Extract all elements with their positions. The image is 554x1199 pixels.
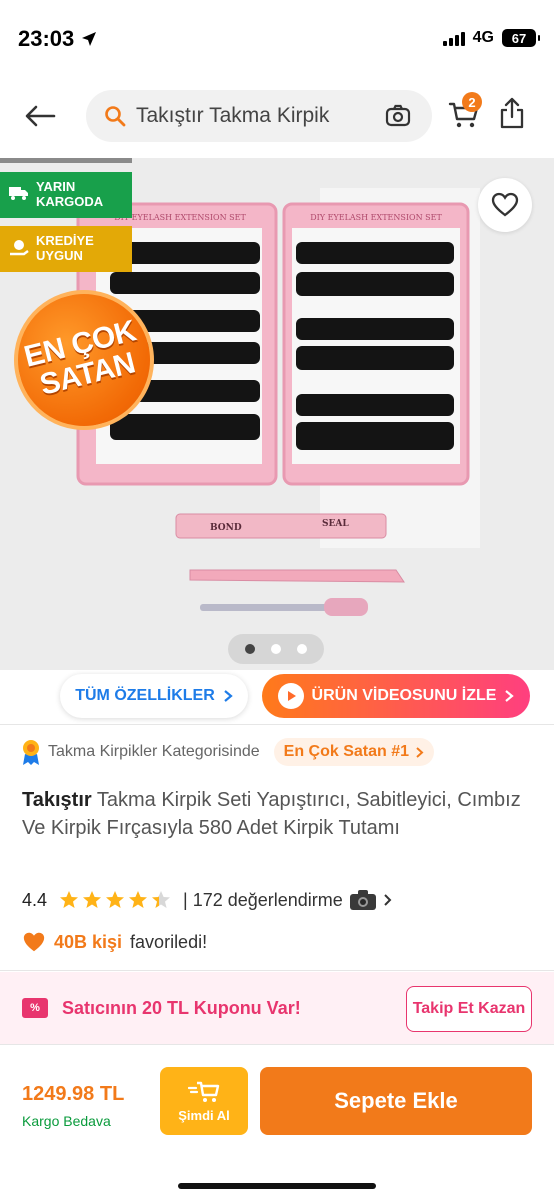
search-input[interactable] — [136, 104, 366, 128]
clock-text: 23:03 — [18, 26, 75, 51]
header: 2 — [0, 84, 554, 148]
favorites-label: favoriledi! — [130, 931, 208, 952]
tag-line: UYGUN — [36, 248, 83, 263]
watch-video-button[interactable]: ÜRÜN VİDEOSUNU İZLE — [262, 674, 530, 718]
bottom-purchase-bar: 1249.98 TL Kargo Bedava Şimdi Al Sepete … — [0, 1044, 554, 1199]
medal-icon — [23, 740, 39, 765]
rating-stars — [59, 890, 171, 910]
tube-label-bond: BOND — [210, 523, 242, 533]
follow-and-win-button[interactable]: Takip Et Kazan — [406, 986, 532, 1032]
coupon-icon: % — [22, 998, 48, 1018]
home-indicator — [178, 1183, 376, 1189]
tag-line: KREDİYE — [36, 233, 94, 249]
pager-dot[interactable] — [297, 644, 307, 654]
coin-hand-icon — [8, 238, 30, 260]
search-icon — [104, 105, 126, 127]
product-image-gallery[interactable]: DIY EYELASH EXTENSION SET DIY EYELASH EX… — [0, 158, 554, 670]
orange-heart-icon — [23, 932, 45, 952]
price: 1249.98 TL — [22, 1083, 125, 1105]
chevron-right-icon — [505, 690, 515, 702]
all-features-label: TÜM ÖZELLİKLER — [75, 687, 215, 704]
star-icon — [106, 891, 125, 908]
all-features-button[interactable]: TÜM ÖZELLİKLER — [60, 674, 248, 718]
star-icon — [152, 891, 171, 908]
back-arrow-icon — [25, 105, 56, 127]
location-arrow-icon — [82, 32, 97, 46]
tag-line: YARIN — [36, 179, 76, 195]
cart-count-badge: 2 — [462, 92, 482, 112]
tag-next-day-text: YARIN KARGODA — [36, 179, 104, 210]
star-icon — [60, 891, 79, 908]
signal-icon — [442, 30, 465, 46]
tag-credit-text: KREDİYE UYGUN — [36, 233, 94, 264]
status-indicators: 4G 67 — [442, 29, 540, 47]
truck-icon — [8, 184, 30, 206]
battery-icon: 67 — [502, 29, 540, 47]
status-time: 23:03 — [18, 26, 98, 52]
divider — [0, 724, 554, 725]
product-title: Takıştır Takma Kirpik Seti Yapıştırıcı, … — [22, 786, 532, 842]
coupon-banner: % Satıcının 20 TL Kuponu Var! Takip Et K… — [0, 972, 554, 1044]
product-name: Takma Kirpik Seti Yapıştırıcı, Sabitleyi… — [22, 789, 521, 839]
add-to-cart-button[interactable]: Sepete Ekle — [260, 1067, 532, 1135]
status-bar: 23:03 4G 67 — [0, 0, 554, 80]
category-row: Takma Kirpikler Kategorisinde En Çok Sat… — [20, 736, 435, 768]
image-pager[interactable] — [228, 634, 324, 664]
chevron-right-icon — [224, 690, 233, 702]
category-text: Takma Kirpikler Kategorisinde — [48, 743, 260, 760]
tag-line: KARGODA — [36, 194, 104, 209]
tube-label-seal: SEAL — [322, 519, 349, 529]
star-icon — [83, 891, 102, 908]
scroll-indicator — [0, 158, 132, 163]
play-icon — [277, 683, 304, 709]
coupon-text: Satıcının 20 TL Kuponu Var! — [62, 998, 301, 1018]
favorite-button[interactable] — [478, 178, 532, 232]
best-seller-rank-chip[interactable]: En Çok Satan #1 — [273, 738, 435, 766]
box-label-left: DIY EYELASH EXTENSION SET — [114, 213, 246, 222]
brand-name[interactable]: Takıştır — [22, 789, 92, 811]
back-button[interactable] — [20, 98, 60, 134]
pager-dot[interactable] — [271, 644, 281, 654]
camera-search-icon[interactable] — [384, 102, 412, 130]
pager-dot[interactable] — [245, 644, 255, 654]
network-type: 4G — [472, 29, 494, 46]
search-bar[interactable] — [86, 90, 432, 142]
divider — [0, 970, 554, 971]
rating-value: 4.4 — [22, 889, 48, 910]
favorites-row: 40B kişi favoriledi! — [22, 928, 207, 956]
share-icon — [500, 97, 524, 129]
favorites-count: 40B kişi — [54, 931, 123, 952]
free-shipping-label: Kargo Bedava — [22, 1113, 111, 1129]
rating-row[interactable]: 4.4 | 172 değerlendirme — [22, 886, 392, 914]
box-label-right: DIY EYELASH EXTENSION SET — [310, 213, 442, 222]
review-count: | 172 değerlendirme — [183, 889, 343, 910]
buy-now-button[interactable]: Şimdi Al — [160, 1067, 248, 1135]
camera-icon — [349, 890, 376, 910]
tag-credit-eligible: KREDİYE UYGUN — [0, 226, 132, 272]
watch-video-label: ÜRÜN VİDEOSUNU İZLE — [311, 687, 497, 704]
fast-cart-icon — [188, 1081, 220, 1102]
star-icon — [129, 891, 148, 908]
share-button[interactable] — [498, 96, 526, 130]
buy-now-label: Şimdi Al — [178, 1107, 230, 1123]
chevron-right-icon — [416, 746, 424, 758]
battery-level: 67 — [511, 30, 527, 46]
heart-icon — [491, 192, 519, 217]
rank-label: En Çok Satan #1 — [283, 743, 410, 760]
tag-next-day-shipping: YARIN KARGODA — [0, 172, 132, 218]
chevron-right-icon — [384, 894, 392, 906]
